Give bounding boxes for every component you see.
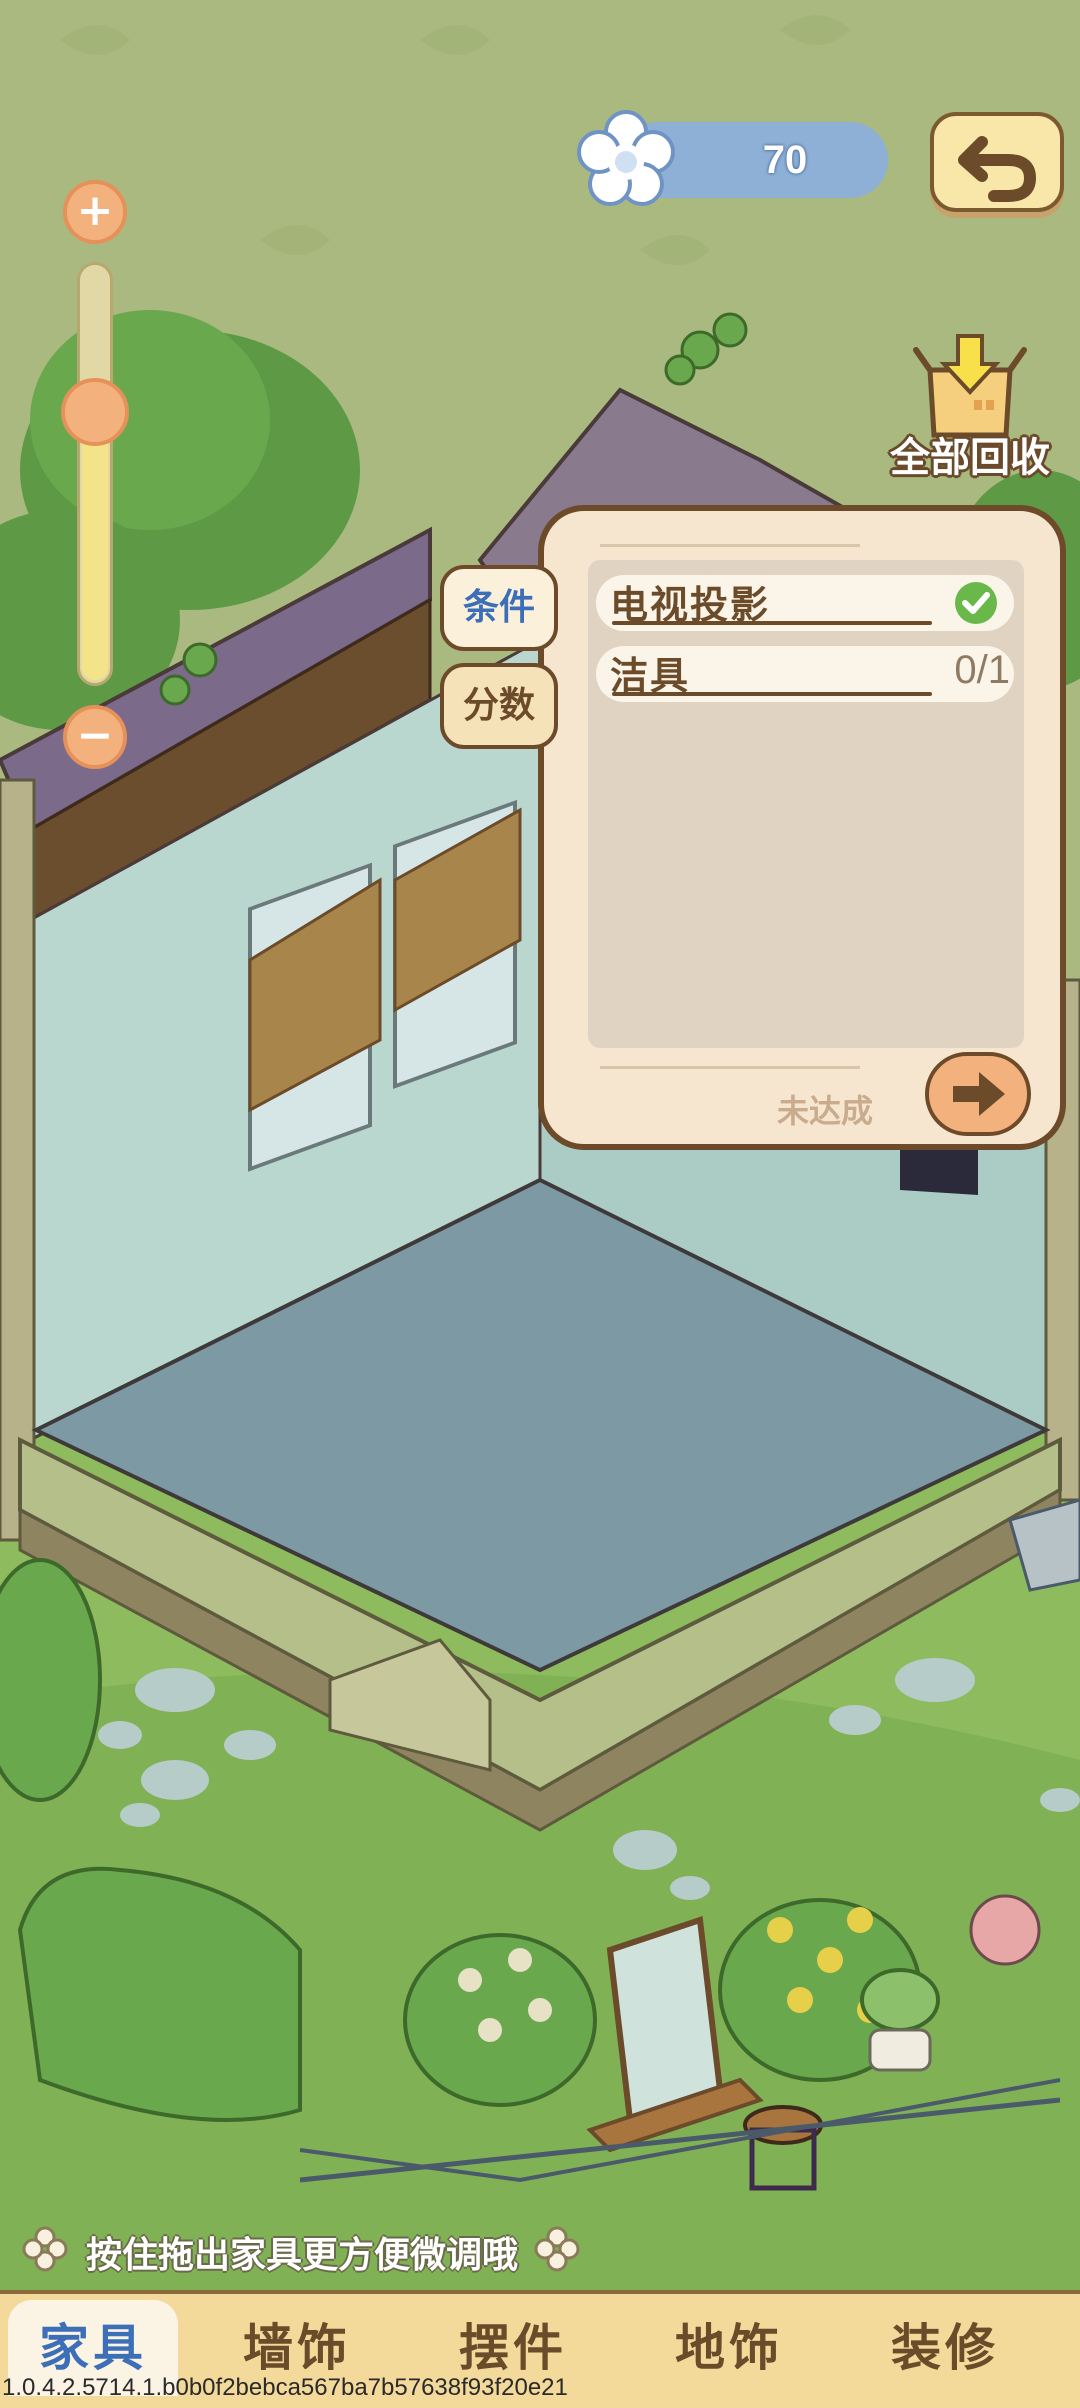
zoom-slider-thumb[interactable]: [61, 378, 129, 446]
condition-underline: [612, 621, 932, 625]
recycle-all-label[interactable]: 全部回收: [880, 425, 1060, 483]
version-text: 1.0.4.2.5714.1.b0b0f2bebca567ba7b57638f9…: [2, 2374, 568, 2401]
zoom-out-button[interactable]: −: [63, 705, 127, 769]
condition-underline: [612, 692, 932, 696]
status-text: 未达成: [776, 1092, 873, 1130]
check-icon: [955, 582, 997, 624]
flower-currency-icon: [577, 110, 675, 206]
panel-divider-top: [600, 544, 860, 547]
panel-divider-bottom: [600, 1066, 860, 1069]
condition-progress: 0/1: [954, 648, 1010, 692]
tab-score[interactable]: 分数: [440, 663, 558, 749]
undo-arrow-icon: [958, 136, 1037, 202]
back-button[interactable]: [930, 112, 1064, 212]
tab-conditions[interactable]: 条件: [440, 565, 558, 651]
zoom-slider-fill: [82, 410, 108, 680]
zoom-in-button[interactable]: +: [63, 180, 127, 244]
tab-renovation[interactable]: 装修: [860, 2300, 1030, 2396]
conditions-list: [588, 560, 1024, 1048]
clover-icon: [534, 2226, 580, 2272]
tab-floor-decor[interactable]: 地饰: [644, 2300, 814, 2396]
hint-text: 按住拖出家具更方便微调哦: [86, 2235, 519, 2276]
currency-value: 70: [762, 138, 808, 182]
clover-icon: [22, 2226, 68, 2272]
arrow-right-icon: [953, 1072, 1005, 1116]
next-button[interactable]: [925, 1052, 1031, 1136]
recycle-box-icon[interactable]: [910, 330, 1030, 440]
